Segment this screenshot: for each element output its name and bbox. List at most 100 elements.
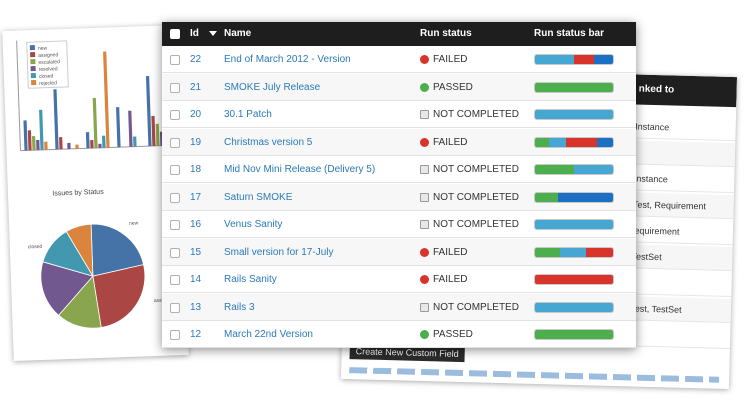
not-completed-icon — [420, 110, 429, 119]
run-status: PASSED — [433, 329, 473, 340]
row-name-link[interactable]: March 22nd Version — [224, 329, 313, 340]
row-name-link[interactable]: Small version for 17-July — [224, 247, 333, 258]
pie-chart-title: Issues by Status — [52, 189, 104, 198]
row-name-link[interactable]: Saturn SMOKE — [224, 192, 292, 203]
bar-segment-lightblue — [535, 55, 574, 64]
pie-slice — [92, 264, 146, 328]
row-name-link[interactable]: Venus Sanity — [224, 219, 282, 230]
row-name-link[interactable]: 30.1 Patch — [224, 109, 272, 120]
bar-new — [145, 76, 152, 147]
bar-resolved — [128, 110, 133, 147]
pagination-links[interactable] — [349, 367, 720, 383]
legend-label: closed — [39, 73, 54, 80]
legend-swatch — [30, 66, 36, 72]
row-id-link[interactable]: 19 — [190, 137, 201, 148]
row-name-link[interactable]: Rails Sanity — [224, 274, 277, 285]
row-name-link[interactable]: Mid Nov Mini Release (Delivery 5) — [224, 164, 375, 175]
bar-segment-red — [566, 137, 598, 147]
run-status-bar — [534, 301, 614, 313]
row-id-link[interactable]: 12 — [190, 329, 201, 340]
row-id-link[interactable]: 16 — [190, 219, 201, 230]
run-status: FAILED — [433, 54, 468, 65]
bar-segment-green — [535, 82, 613, 92]
pie-slice-label: new — [129, 221, 139, 227]
table-row[interactable]: 14 Rails Sanity FAILED — [162, 266, 636, 293]
bar-escalated — [92, 97, 98, 149]
row-name-link[interactable]: Rails 3 — [224, 302, 255, 313]
bar-escalated — [31, 136, 36, 151]
row-checkbox[interactable] — [170, 165, 180, 175]
legend-label: resolved — [39, 66, 58, 73]
row-checkbox[interactable] — [170, 220, 180, 230]
table-row[interactable]: 13 Rails 3 NOT COMPLETED — [162, 293, 636, 321]
table-row[interactable]: 21 SMOKE July Release PASSED — [162, 73, 636, 101]
not-completed-icon — [420, 192, 429, 202]
row-id-link[interactable]: 15 — [190, 247, 201, 258]
table-row[interactable]: 18 Mid Nov Mini Release (Delivery 5) NOT C… — [162, 156, 636, 183]
sort-desc-icon[interactable] — [209, 31, 217, 36]
bar-new — [85, 132, 90, 149]
row-name-link[interactable]: Christmas version 5 — [224, 137, 312, 148]
row-checkbox[interactable] — [170, 192, 180, 203]
run-status-bar — [534, 219, 614, 230]
bar-closed — [102, 135, 106, 148]
row-id-link[interactable]: 20 — [190, 109, 201, 120]
table-row[interactable]: 16 Venus Sanity NOT COMPLETED — [162, 211, 636, 238]
row-name-link[interactable]: SMOKE July Release — [224, 82, 320, 93]
screenshot-collage: new assigned escalated resolved closed reject… — [0, 0, 750, 400]
row-checkbox[interactable] — [170, 110, 180, 120]
table-row[interactable]: 19 Christmas version 5 FAILED — [162, 128, 636, 156]
bar-new — [53, 89, 59, 150]
legend-swatch — [30, 52, 36, 58]
run-status-bar — [534, 136, 614, 148]
table-header: Id Name Run status Run status bar — [162, 22, 636, 46]
bar-new — [23, 120, 28, 151]
bar-segment-green — [535, 165, 574, 174]
bar-rejected — [103, 51, 110, 148]
bar-assigned — [90, 140, 94, 149]
run-status-bar — [534, 54, 614, 65]
table-row[interactable]: 22 End of March 2012 - Version FAILED — [162, 46, 636, 73]
bar-segment-green — [535, 192, 559, 202]
bar-segment-green — [535, 247, 560, 257]
table-row[interactable]: 20 30.1 Patch NOT COMPLETED — [162, 101, 636, 128]
bar-assigned — [151, 115, 156, 146]
row-name-link[interactable]: End of March 2012 - Version — [224, 54, 351, 65]
bar-rejected — [44, 141, 48, 150]
row-checkbox[interactable] — [170, 55, 180, 65]
row-id-link[interactable]: 13 — [190, 302, 201, 313]
row-checkbox[interactable] — [170, 247, 180, 258]
row-id-link[interactable]: 18 — [190, 164, 201, 175]
row-checkbox[interactable] — [170, 275, 180, 285]
run-status-bar — [534, 81, 614, 93]
run-status-bar — [534, 329, 614, 340]
bar-assigned — [27, 130, 32, 151]
row-id-link[interactable]: 17 — [190, 192, 201, 203]
row-checkbox[interactable] — [170, 302, 180, 313]
run-status-column-header[interactable]: Run status — [420, 28, 472, 39]
select-all-checkbox[interactable] — [170, 29, 180, 39]
table-row[interactable]: 12 March 22nd Version PASSED — [162, 321, 636, 348]
row-id-link[interactable]: 14 — [190, 274, 201, 285]
bar-new — [116, 107, 121, 148]
bar-segment-red — [585, 247, 613, 257]
failed-icon — [420, 137, 429, 147]
row-id-link[interactable]: 22 — [190, 54, 201, 65]
id-column-header[interactable]: Id — [190, 28, 199, 39]
bar-resolved — [67, 142, 71, 149]
run-status-bar — [534, 109, 614, 120]
bar-resolved — [98, 143, 102, 148]
run-status-bar-column-header: Run status bar — [534, 28, 605, 39]
table-row[interactable]: 17 Saturn SMOKE NOT COMPLETED — [162, 183, 636, 211]
row-id-link[interactable]: 21 — [190, 82, 201, 93]
name-column-header[interactable]: Name — [224, 28, 251, 39]
row-checkbox[interactable] — [170, 137, 180, 148]
row-checkbox[interactable] — [170, 330, 180, 340]
bar-segment-green — [535, 137, 550, 147]
bar-segment-blue — [597, 137, 613, 147]
table-row[interactable]: 15 Small version for 17-July FAILED — [162, 238, 636, 266]
run-status-bar — [534, 191, 614, 203]
run-status-bar — [534, 164, 614, 175]
row-checkbox[interactable] — [170, 82, 180, 93]
bar-closed — [39, 109, 44, 150]
